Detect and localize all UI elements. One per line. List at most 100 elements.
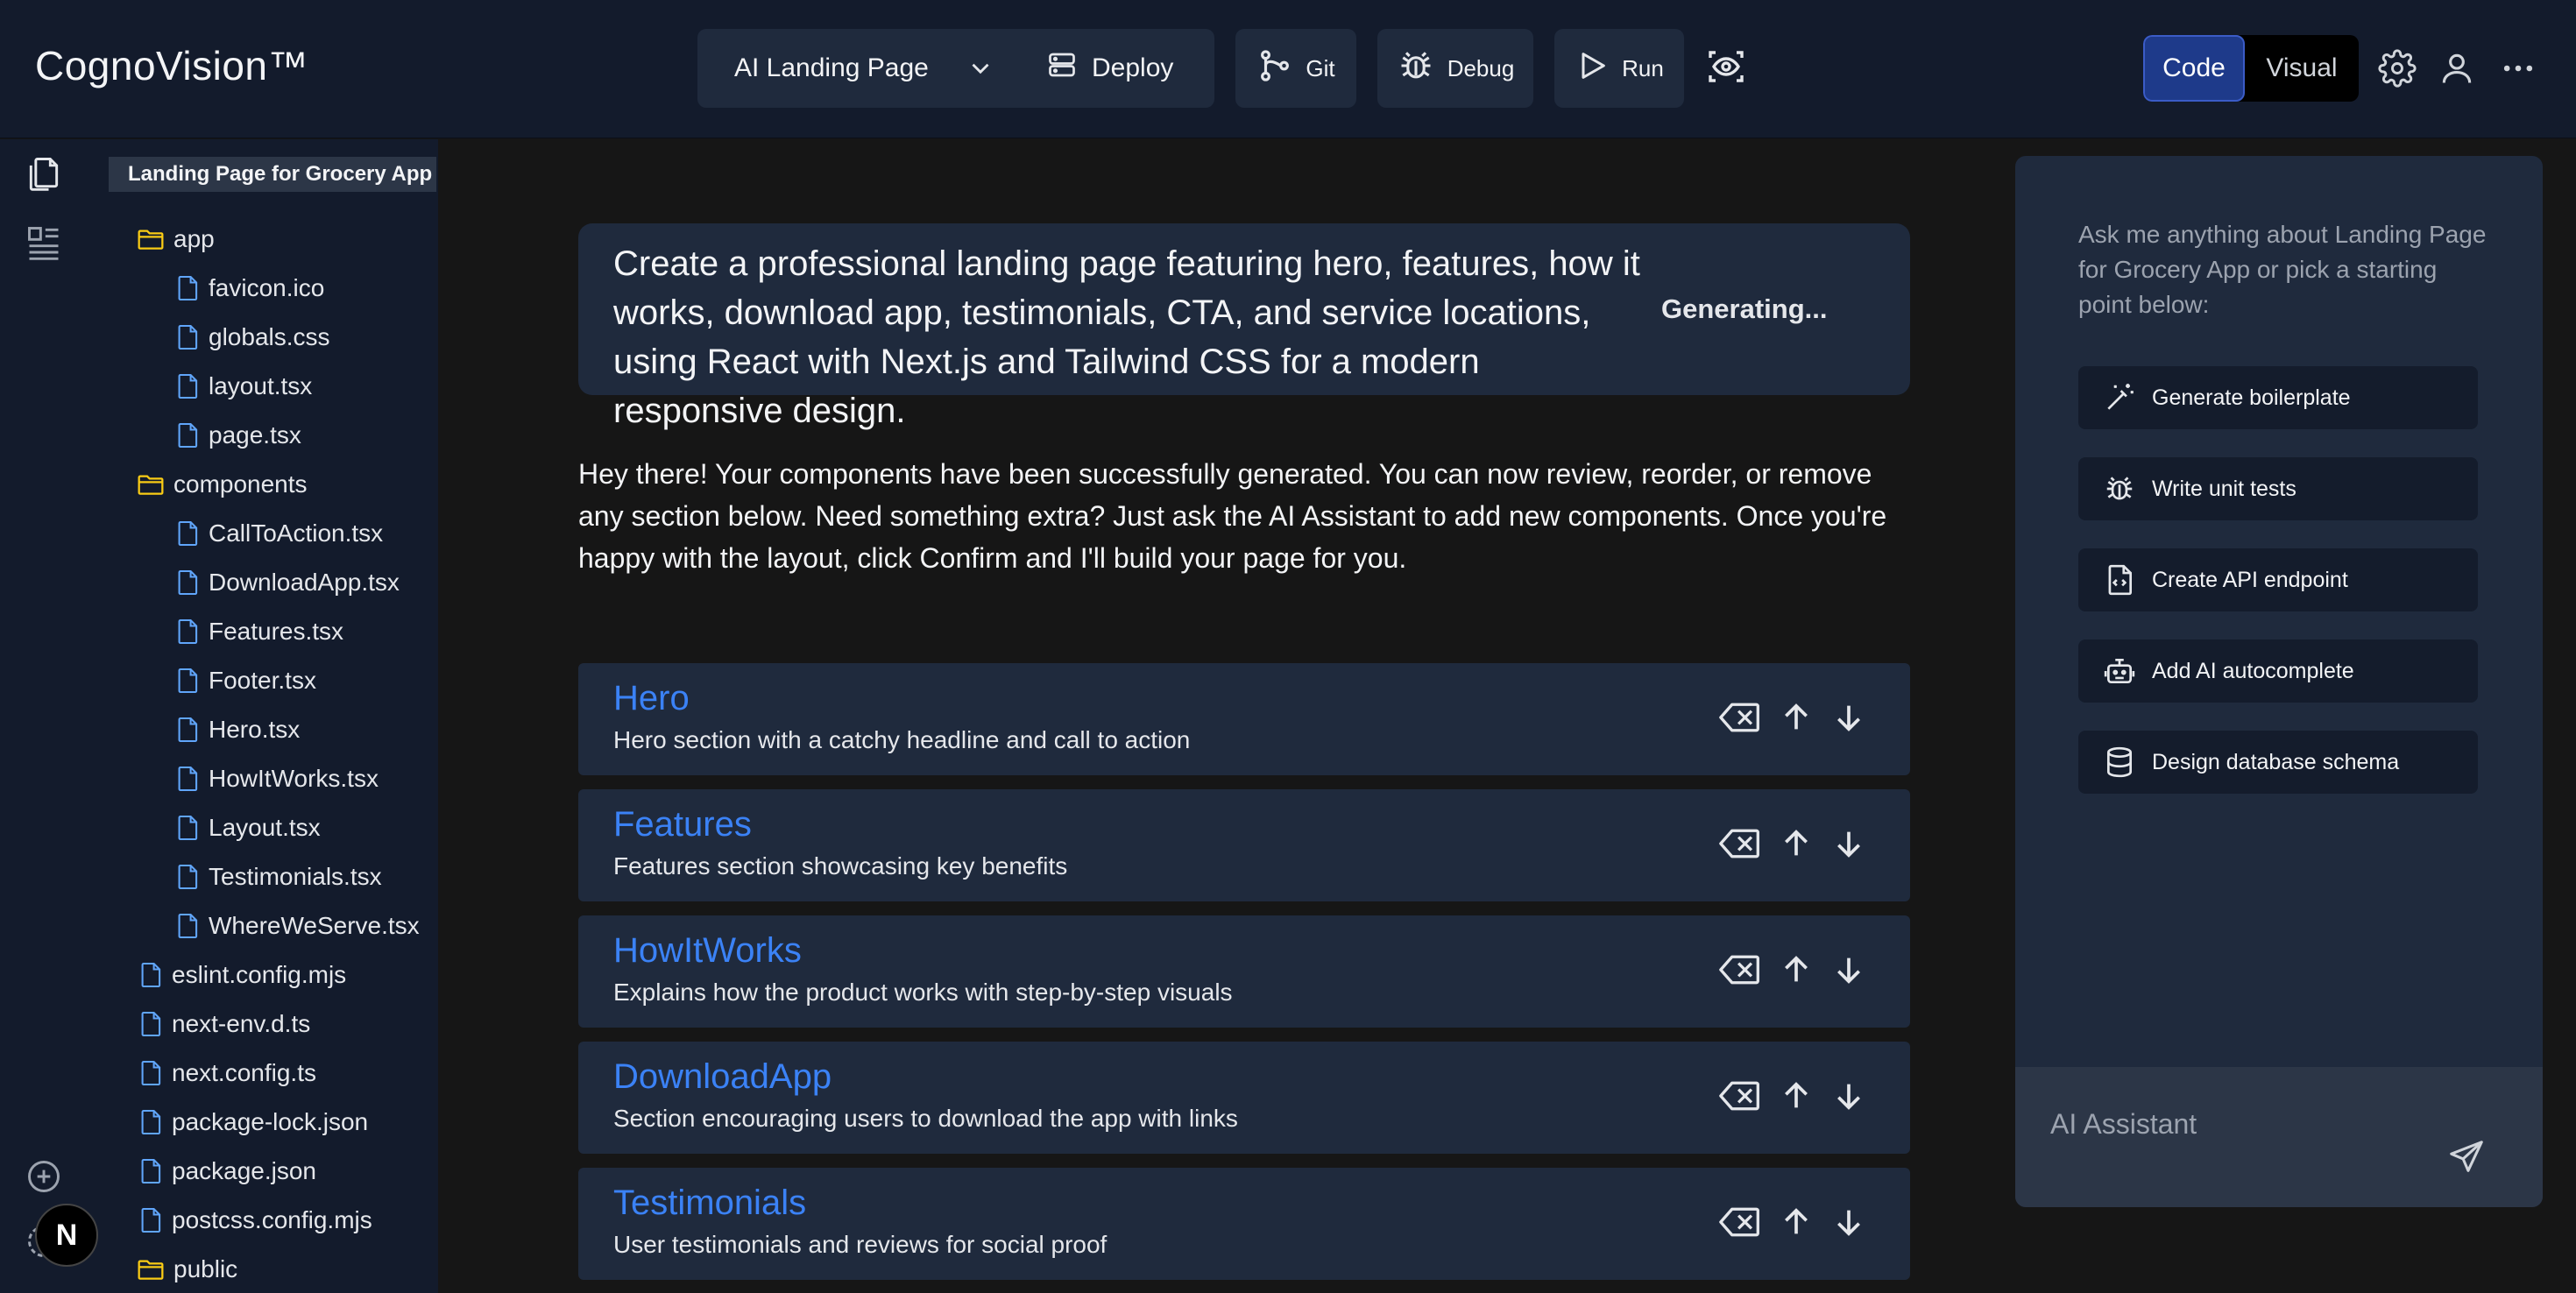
tree-file[interactable]: HowItWorks.tsx bbox=[177, 761, 379, 796]
file-icon bbox=[177, 814, 209, 842]
deploy-button[interactable]: Deploy bbox=[1046, 29, 1173, 108]
more-options-icon[interactable] bbox=[2499, 49, 2537, 92]
file-icon bbox=[177, 372, 209, 400]
tree-file[interactable]: eslint.config.mjs bbox=[140, 957, 346, 993]
arrow-up-icon[interactable] bbox=[1779, 826, 1814, 861]
debug-button[interactable]: Debug bbox=[1377, 29, 1533, 108]
tree-file[interactable]: globals.css bbox=[177, 320, 330, 355]
suggestion-button[interactable]: Add AI autocomplete bbox=[2078, 639, 2478, 703]
file-icon bbox=[177, 863, 209, 891]
tree-folder[interactable]: public bbox=[137, 1252, 237, 1287]
arrow-down-icon[interactable] bbox=[1831, 1205, 1866, 1240]
send-icon[interactable] bbox=[2446, 1137, 2487, 1182]
assistant-intro: Ask me anything about Landing Page for G… bbox=[2078, 221, 2487, 318]
tree-file[interactable]: postcss.config.mjs bbox=[140, 1203, 372, 1238]
files-icon[interactable] bbox=[25, 152, 63, 200]
file-icon bbox=[177, 716, 209, 744]
tree-file[interactable]: favicon.ico bbox=[177, 271, 324, 306]
component-card[interactable]: Features Features section showcasing key … bbox=[578, 789, 1910, 901]
remove-icon[interactable] bbox=[1719, 1205, 1761, 1240]
tree-item-label: layout.tsx bbox=[209, 372, 313, 399]
tree-item-label: next.config.ts bbox=[172, 1059, 316, 1086]
suggestion-label: Design database schema bbox=[2152, 749, 2400, 774]
file-icon bbox=[177, 569, 209, 597]
component-card[interactable]: HowItWorks Explains how the product works… bbox=[578, 915, 1910, 1028]
tree-file[interactable]: package.json bbox=[140, 1154, 316, 1189]
tree-file[interactable]: Hero.tsx bbox=[177, 712, 300, 747]
arrow-down-icon[interactable] bbox=[1831, 700, 1866, 735]
file-icon bbox=[140, 1157, 172, 1185]
tree-item-label: Testimonials.tsx bbox=[209, 863, 382, 890]
play-icon bbox=[1575, 48, 1622, 89]
server-icon bbox=[1046, 49, 1092, 88]
arrow-down-icon[interactable] bbox=[1831, 1078, 1866, 1113]
tree-item-label: next-env.d.ts bbox=[172, 1010, 311, 1037]
gear-icon[interactable] bbox=[2378, 49, 2417, 92]
prompt-text: Create a professional landing page featu… bbox=[613, 244, 1640, 430]
tree-item-label: postcss.config.mjs bbox=[172, 1206, 372, 1233]
tree-item-label: public bbox=[173, 1255, 238, 1282]
component-card[interactable]: Testimonials User testimonials and review… bbox=[578, 1168, 1910, 1280]
tree-item-label: app bbox=[173, 225, 215, 252]
tree-file[interactable]: layout.tsx bbox=[177, 369, 312, 404]
arrow-up-icon[interactable] bbox=[1779, 952, 1814, 987]
component-card[interactable]: DownloadApp Section encouraging users to … bbox=[578, 1042, 1910, 1154]
tree-item-label: page.tsx bbox=[209, 421, 301, 449]
tree-file[interactable]: Layout.tsx bbox=[177, 810, 321, 845]
tree-item-label: globals.css bbox=[209, 323, 330, 350]
component-title: Hero bbox=[613, 679, 690, 717]
component-description: Section encouraging users to download th… bbox=[613, 1105, 1238, 1132]
remove-icon[interactable] bbox=[1719, 1078, 1761, 1113]
tree-file[interactable]: WhereWeServe.tsx bbox=[177, 908, 420, 943]
mode-code-button[interactable]: Code bbox=[2143, 35, 2245, 102]
arrow-down-icon[interactable] bbox=[1831, 826, 1866, 861]
remove-icon[interactable] bbox=[1719, 826, 1761, 861]
file-icon bbox=[177, 667, 209, 695]
add-circle-icon[interactable] bbox=[25, 1157, 63, 1200]
tree-file[interactable]: Testimonials.tsx bbox=[177, 859, 382, 894]
assistant-input[interactable] bbox=[2050, 1102, 2436, 1146]
tree-file[interactable]: package-lock.json bbox=[140, 1105, 368, 1140]
suggestion-label: Write unit tests bbox=[2152, 476, 2296, 501]
component-description: Features section showcasing key benefits bbox=[613, 852, 1068, 880]
tree-item-label: HowItWorks.tsx bbox=[209, 765, 379, 792]
arrow-up-icon[interactable] bbox=[1779, 700, 1814, 735]
tree-folder[interactable]: components bbox=[137, 467, 308, 502]
user-icon[interactable] bbox=[2438, 49, 2476, 92]
chevron-down-icon[interactable] bbox=[966, 53, 995, 88]
run-button[interactable]: Run bbox=[1554, 29, 1684, 108]
explorer-root-title[interactable]: Landing Page for Grocery App bbox=[109, 157, 436, 192]
suggestion-button[interactable]: Write unit tests bbox=[2078, 457, 2478, 520]
tree-item-label: favicon.ico bbox=[209, 274, 325, 301]
tree-file[interactable]: Features.tsx bbox=[177, 614, 343, 649]
suggestion-button[interactable]: Design database schema bbox=[2078, 731, 2478, 794]
mode-visual-button[interactable]: Visual bbox=[2245, 35, 2359, 102]
tree-file[interactable]: page.tsx bbox=[177, 418, 301, 453]
git-branch-icon bbox=[1256, 47, 1306, 90]
suggestion-button[interactable]: Create API endpoint bbox=[2078, 548, 2478, 611]
arrow-up-icon[interactable] bbox=[1779, 1078, 1814, 1113]
tree-folder[interactable]: app bbox=[137, 222, 215, 257]
file-icon bbox=[140, 1206, 172, 1234]
tree-file[interactable]: next-env.d.ts bbox=[140, 1007, 310, 1042]
component-card[interactable]: Hero Hero section with a catchy headline … bbox=[578, 663, 1910, 775]
arrow-down-icon[interactable] bbox=[1831, 952, 1866, 987]
framework-badge[interactable]: N bbox=[35, 1204, 98, 1267]
arrow-up-icon[interactable] bbox=[1779, 1205, 1814, 1240]
remove-icon[interactable] bbox=[1719, 700, 1761, 735]
project-select[interactable]: AI Landing Page bbox=[734, 29, 929, 108]
tree-item-label: package.json bbox=[172, 1157, 317, 1184]
component-title: HowItWorks bbox=[613, 931, 802, 970]
tree-item-label: WhereWeServe.tsx bbox=[209, 912, 420, 939]
tree-file[interactable]: DownloadApp.tsx bbox=[177, 565, 400, 600]
git-button[interactable]: Git bbox=[1235, 29, 1356, 108]
tree-item-label: package-lock.json bbox=[172, 1108, 369, 1135]
suggestion-button[interactable]: Generate boilerplate bbox=[2078, 366, 2478, 429]
components-icon[interactable] bbox=[25, 223, 63, 266]
component-actions bbox=[1719, 826, 1866, 861]
preview-eye-icon[interactable] bbox=[1705, 46, 1747, 92]
tree-file[interactable]: next.config.ts bbox=[140, 1056, 316, 1091]
tree-file[interactable]: CallToAction.tsx bbox=[177, 516, 383, 551]
tree-file[interactable]: Footer.tsx bbox=[177, 663, 316, 698]
remove-icon[interactable] bbox=[1719, 952, 1761, 987]
